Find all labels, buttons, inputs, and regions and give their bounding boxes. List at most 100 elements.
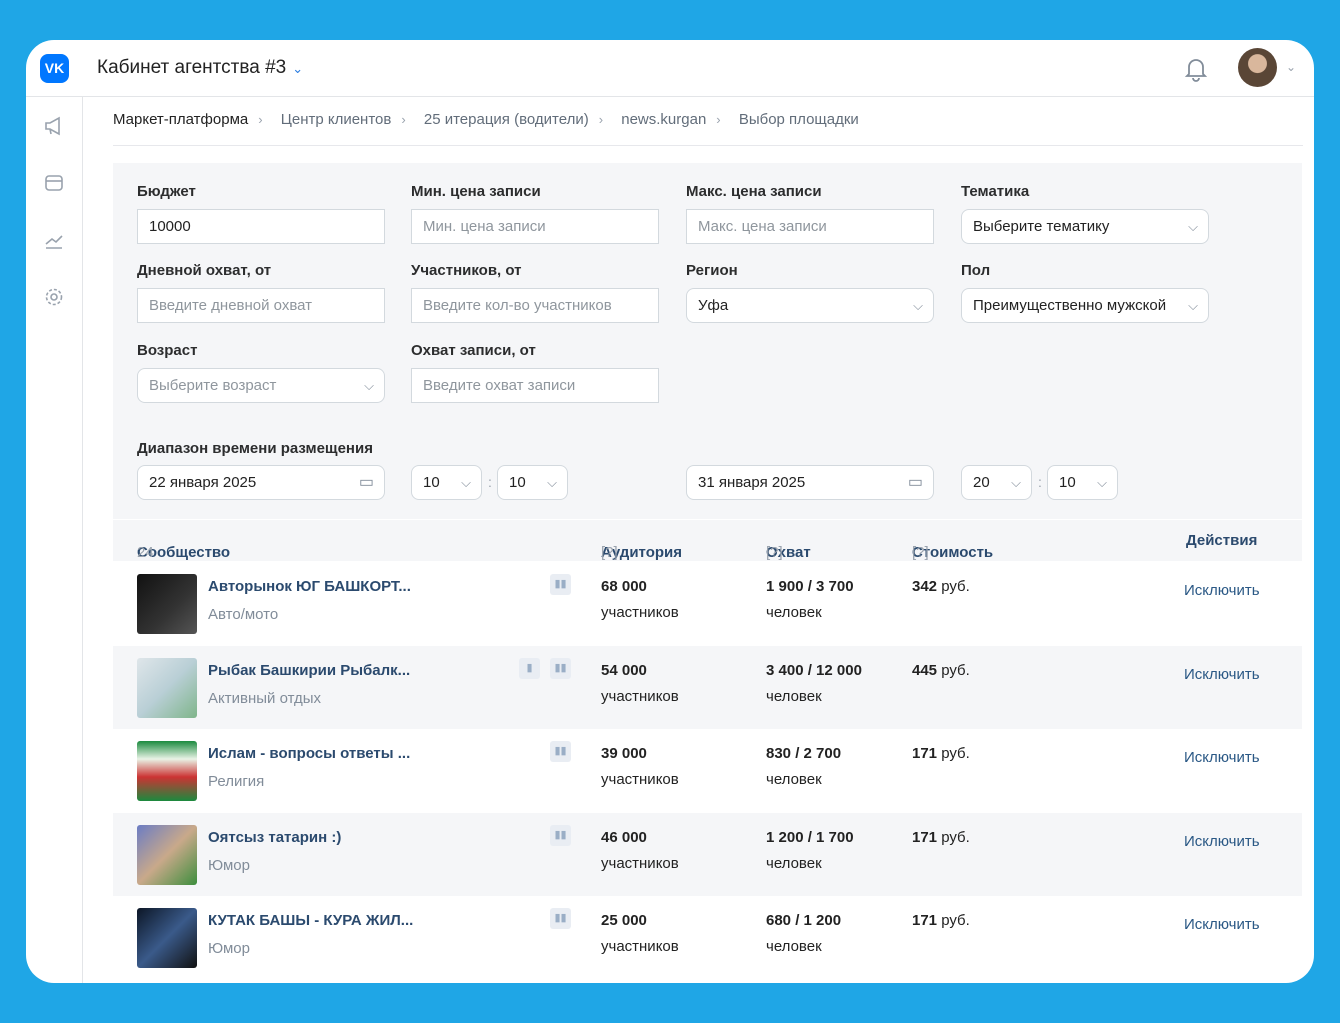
community-name[interactable]: Авторынок ЮГ БАШКОРТ...: [208, 578, 411, 595]
sidebar: [26, 97, 83, 983]
exclude-button[interactable]: Исключить: [1184, 666, 1260, 683]
table-row: Оятсыз татарин :) Юмор ▮▮ 46 000 участни…: [113, 812, 1302, 896]
audience-unit: участников: [601, 938, 679, 955]
max-price-input[interactable]: Макс. цена записи: [686, 209, 934, 244]
bar-chart-icon[interactable]: ▮▮: [550, 657, 571, 679]
end-minute-select[interactable]: 10 ⌵: [1047, 465, 1118, 500]
exclude-button[interactable]: Исключить: [1184, 749, 1260, 766]
table-row: Рыбак Башкирии Рыбалк... Активный отдых …: [113, 645, 1302, 729]
gender-select[interactable]: Преимущественно мужской ⌵: [961, 288, 1209, 323]
reach-value: 680 / 1 200: [766, 912, 842, 929]
chevron-down-icon: ⌵: [913, 298, 923, 313]
reach-value: 1 900 / 3 700: [766, 578, 854, 595]
breadcrumb-item[interactable]: 25 итерация (водители): [424, 111, 589, 128]
calendar-icon[interactable]: ▭: [908, 466, 923, 499]
start-hour-select[interactable]: 10 ⌵: [411, 465, 482, 500]
exclude-button[interactable]: Исключить: [1184, 833, 1260, 850]
community-avatar[interactable]: [137, 657, 197, 718]
post-reach-input[interactable]: Введите охват записи: [411, 368, 659, 403]
min-price-input[interactable]: Мин. цена записи: [411, 209, 659, 244]
community-avatar[interactable]: [137, 741, 197, 801]
community-category: Религия: [208, 773, 265, 790]
min-price-label: Мин. цена записи: [411, 183, 541, 200]
age-value: Выберите возраст: [149, 377, 277, 394]
gender-value: Преимущественно мужской: [973, 297, 1167, 314]
community-name[interactable]: Оятсыз татарин :): [208, 829, 341, 846]
time-range-label: Диапазон времени размещения: [137, 440, 373, 457]
account-title: Кабинет агентства #3: [97, 57, 287, 78]
stats-icon[interactable]: [43, 229, 65, 251]
audience-value: 25 000: [601, 912, 647, 929]
wallet-icon[interactable]: [43, 172, 65, 194]
community-name[interactable]: Рыбак Башкирии Рыбалк...: [208, 662, 410, 679]
community-avatar[interactable]: [137, 908, 197, 968]
cost-value: 445 руб.: [912, 661, 970, 679]
max-price-label: Макс. цена записи: [686, 183, 822, 200]
reach-unit: человек: [766, 938, 822, 955]
breadcrumb-item: Выбор площадки: [738, 111, 859, 128]
bar-chart-icon[interactable]: ▮▮: [550, 574, 571, 595]
table-header: Сообщество 24 Аудитория [?] Охват [?] Ст…: [113, 520, 1302, 561]
daily-reach-input[interactable]: Введите дневной охват: [137, 288, 385, 323]
audience-value: 39 000: [601, 745, 647, 762]
gear-icon[interactable]: [43, 286, 65, 308]
calendar-icon[interactable]: ▭: [359, 466, 374, 499]
breadcrumb-item[interactable]: Центр клиентов: [281, 111, 392, 128]
start-hour-value: 10: [423, 474, 440, 491]
vk-logo[interactable]: VK: [40, 54, 69, 83]
region-select[interactable]: Уфа ⌵: [686, 288, 934, 323]
age-select[interactable]: Выберите возраст ⌵: [137, 368, 385, 403]
start-date-value: 22 января 2025: [149, 474, 257, 491]
chevron-down-icon[interactable]: ⌄: [1286, 60, 1296, 74]
age-label: Возраст: [137, 342, 198, 359]
daily-reach-label: Дневной охват, от: [137, 262, 272, 279]
bar-chart-icon[interactable]: ▮▮: [550, 908, 571, 929]
breadcrumb-item[interactable]: news.kurgan: [621, 111, 706, 128]
time-separator: :: [1038, 474, 1042, 490]
end-date-input[interactable]: 31 января 2025 ▭: [686, 465, 934, 500]
megaphone-icon[interactable]: [43, 115, 65, 137]
community-name[interactable]: КУТАК БАШЫ - КУРА ЖИЛ...: [208, 912, 413, 929]
reach-value: 3 400 / 12 000: [766, 661, 862, 679]
chevron-down-icon: ⌵: [547, 475, 557, 490]
budget-input[interactable]: 10000: [137, 209, 385, 244]
chevron-down-icon: ⌵: [1188, 219, 1198, 234]
end-hour-select[interactable]: 20 ⌵: [961, 465, 1032, 500]
chevron-down-icon: ⌵: [1011, 475, 1021, 490]
chevron-down-icon: ⌵: [1188, 298, 1198, 313]
exclude-button[interactable]: Исключить: [1184, 916, 1260, 933]
table-row: КУТАК БАШЫ - КУРА ЖИЛ... Юмор ▮▮ 25 000 …: [113, 896, 1302, 979]
community-avatar[interactable]: [137, 824, 197, 885]
topic-value: Выберите тематику: [973, 218, 1110, 235]
gender-label: Пол: [961, 262, 991, 279]
reach-value: 830 / 2 700: [766, 745, 842, 762]
topic-select[interactable]: Выберите тематику ⌵: [961, 209, 1209, 244]
bar-chart-icon[interactable]: ▮▮: [550, 824, 571, 846]
bell-icon[interactable]: [1184, 56, 1208, 82]
chevron-down-icon: ⌵: [1097, 475, 1107, 490]
chevron-down-icon: ⌄: [292, 61, 304, 76]
cost-value: 171 руб.: [912, 745, 970, 762]
audience-value: 54 000: [601, 661, 647, 679]
breadcrumb-item[interactable]: Маркет-платформа: [113, 111, 248, 128]
budget-label: Бюджет: [137, 183, 196, 200]
cost-value: 342 руб.: [912, 578, 970, 595]
help-link: [?]: [912, 544, 929, 561]
exclude-button[interactable]: Исключить: [1184, 582, 1260, 599]
start-minute-value: 10: [509, 474, 526, 491]
time-separator: :: [488, 474, 492, 490]
end-minute-value: 10: [1059, 474, 1076, 491]
divider: [113, 145, 1303, 146]
start-date-input[interactable]: 22 января 2025 ▭: [137, 465, 385, 500]
avatar[interactable]: [1238, 48, 1277, 87]
community-name[interactable]: Ислам - вопросы ответы ...: [208, 745, 410, 762]
bar-chart-icon[interactable]: ▮▮: [550, 741, 571, 762]
start-minute-select[interactable]: 10 ⌵: [497, 465, 568, 500]
breadcrumb: Маркет-платформа › Центр клиентов › 25 ите…: [113, 111, 859, 128]
account-switcher[interactable]: Кабинет агентства #3 ⌄: [97, 57, 303, 79]
col-actions: Действия: [1186, 532, 1258, 549]
members-input[interactable]: Введите кол-во участников: [411, 288, 659, 323]
community-avatar[interactable]: [137, 574, 197, 634]
comment-icon[interactable]: ▮: [519, 657, 540, 679]
audience-value: 46 000: [601, 828, 647, 846]
